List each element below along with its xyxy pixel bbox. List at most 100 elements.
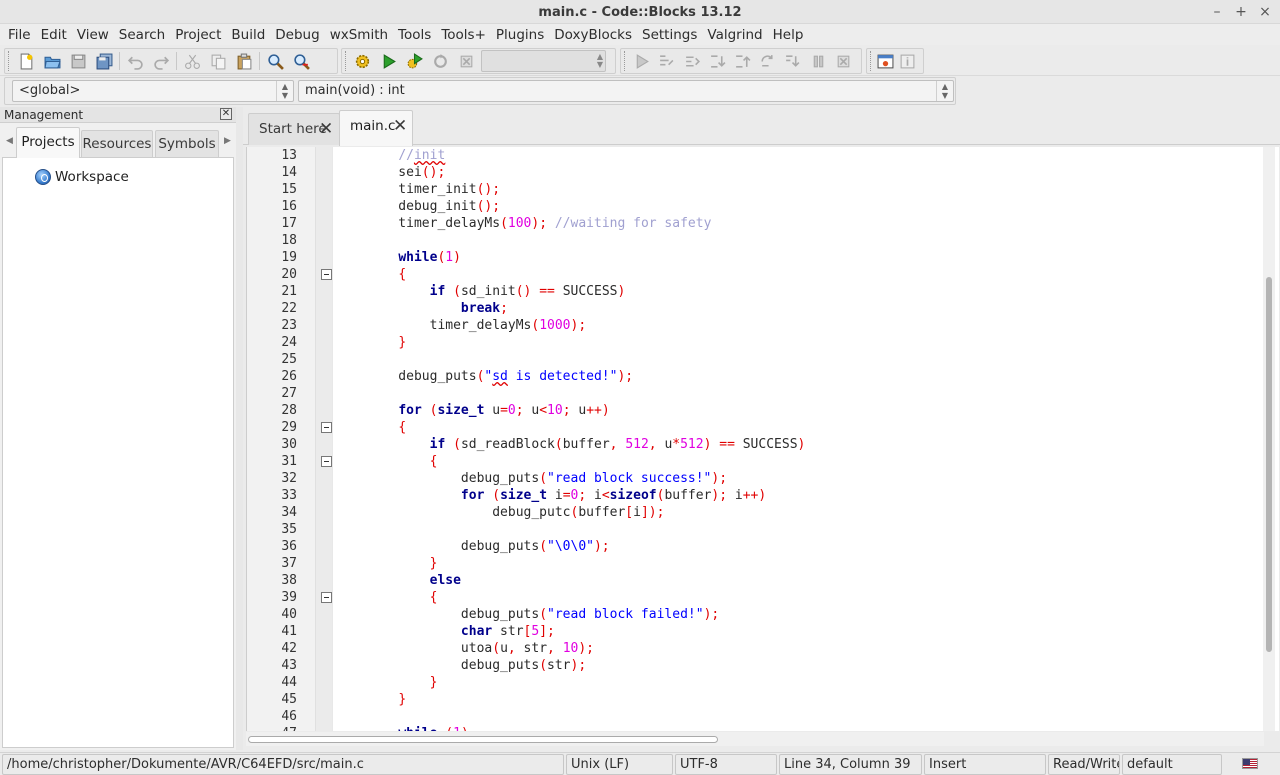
pause-icon[interactable]	[808, 50, 829, 72]
code-line[interactable]: 25	[247, 351, 1279, 368]
code-line[interactable]: 47 while (1)	[247, 725, 1279, 731]
code-line[interactable]: 15 timer_init();	[247, 181, 1279, 198]
code-line[interactable]: 39 {	[247, 589, 1279, 606]
run-icon[interactable]	[378, 50, 400, 72]
find-icon[interactable]	[264, 50, 286, 72]
code-line[interactable]: 46	[247, 708, 1279, 725]
fold-toggle-icon[interactable]	[321, 269, 332, 280]
tab-resources[interactable]: Resources	[81, 130, 153, 157]
various-info-icon[interactable]	[898, 50, 916, 72]
replace-icon[interactable]	[290, 50, 312, 72]
tab-symbols[interactable]: Symbols	[155, 130, 219, 157]
copy-icon[interactable]	[207, 50, 229, 72]
menu-settings[interactable]: Settings	[637, 25, 702, 45]
code-line[interactable]: 45 }	[247, 691, 1279, 708]
maximize-icon[interactable]: +	[1234, 3, 1248, 21]
close-icon[interactable]: ×	[1258, 3, 1272, 21]
code-line[interactable]: 28 for (size_t u=0; u<10; u++)	[247, 402, 1279, 419]
tree-item-workspace[interactable]: Workspace	[35, 169, 129, 185]
menu-tools-plus[interactable]: Tools+	[436, 25, 491, 45]
code-line[interactable]: 36 debug_puts("\0\0");	[247, 538, 1279, 555]
build-and-run-icon[interactable]	[404, 50, 426, 72]
new-file-icon[interactable]	[15, 50, 37, 72]
code-line[interactable]: 30 if (sd_readBlock(buffer, 512, u*512) …	[247, 436, 1279, 453]
toolbar-grip[interactable]	[345, 51, 348, 71]
code-line[interactable]: 41 char str[5];	[247, 623, 1279, 640]
menu-valgrind[interactable]: Valgrind	[702, 25, 767, 45]
stop-debugger-icon[interactable]	[833, 50, 854, 72]
next-line-icon[interactable]	[681, 50, 702, 72]
code-line[interactable]: 13 //init	[247, 147, 1279, 164]
menu-build[interactable]: Build	[226, 25, 270, 45]
debugging-windows-icon[interactable]	[877, 50, 895, 72]
horizontal-scrollbar[interactable]	[246, 732, 1264, 746]
symbol-select[interactable]: main(void) : int ▲ ▼	[298, 80, 954, 102]
vertical-scroll-thumb[interactable]	[1266, 277, 1272, 652]
menu-tools[interactable]: Tools	[393, 25, 436, 45]
menu-help[interactable]: Help	[768, 25, 809, 45]
tab-scroll-left-icon[interactable]: ◀	[6, 136, 13, 146]
menu-debug[interactable]: Debug	[270, 25, 324, 45]
horizontal-scroll-thumb[interactable]	[248, 736, 718, 743]
code-line[interactable]: 32 debug_puts("read block success!");	[247, 470, 1279, 487]
code-editor[interactable]: 13 //init 14 sei(); 15 timer_init(); 16 deb…	[246, 147, 1279, 731]
code-line[interactable]: 27	[247, 385, 1279, 402]
tab-scroll-right-icon[interactable]: ▶	[224, 136, 231, 146]
menu-search[interactable]: Search	[114, 25, 170, 45]
menu-view[interactable]: View	[72, 25, 114, 45]
code-line[interactable]: 21 if (sd_init() == SUCCESS)	[247, 283, 1279, 300]
vertical-scrollbar[interactable]	[1263, 147, 1275, 731]
code-line[interactable]: 19 while(1)	[247, 249, 1279, 266]
code-line[interactable]: 18	[247, 232, 1279, 249]
code-line[interactable]: 40 debug_puts("read block failed!");	[247, 606, 1279, 623]
rebuild-icon[interactable]	[429, 50, 451, 72]
code-line[interactable]: 24 }	[247, 334, 1279, 351]
redo-icon[interactable]	[150, 50, 172, 72]
build-target-select[interactable]: ▲ ▼	[481, 50, 606, 72]
build-gear-icon[interactable]	[352, 50, 374, 72]
close-tab-icon[interactable]: ✕	[393, 111, 407, 141]
menu-doxyblocks[interactable]: DoxyBlocks	[549, 25, 637, 45]
code-line[interactable]: 29 {	[247, 419, 1279, 436]
toolbar-grip[interactable]	[8, 51, 11, 71]
code-line[interactable]: 26 debug_puts("sd is detected!");	[247, 368, 1279, 385]
code-line[interactable]: 44 }	[247, 674, 1279, 691]
undo-icon[interactable]	[124, 50, 146, 72]
fold-toggle-icon[interactable]	[321, 456, 332, 467]
code-line[interactable]: 33 for (size_t i=0; i<sizeof(buffer); i+…	[247, 487, 1279, 504]
toolbar-grip[interactable]	[870, 51, 873, 71]
open-file-icon[interactable]	[41, 50, 63, 72]
step-out-icon[interactable]	[732, 50, 753, 72]
fold-toggle-icon[interactable]	[321, 592, 332, 603]
code-line[interactable]: 37 }	[247, 555, 1279, 572]
step-into-instruction-icon[interactable]	[782, 50, 803, 72]
code-line[interactable]: 43 debug_puts(str);	[247, 657, 1279, 674]
save-file-icon[interactable]	[67, 50, 89, 72]
close-tab-icon[interactable]: ✕	[319, 114, 333, 144]
menu-wxsmith[interactable]: wxSmith	[325, 25, 393, 45]
code-line[interactable]: 20 {	[247, 266, 1279, 283]
panel-splitter[interactable]	[236, 107, 243, 750]
tab-main-c[interactable]: main.c ✕	[339, 110, 413, 146]
menu-file[interactable]: File	[3, 25, 36, 45]
cut-icon[interactable]	[181, 50, 203, 72]
scope-select[interactable]: <global> ▲ ▼	[12, 80, 294, 102]
code-line[interactable]: 31 {	[247, 453, 1279, 470]
code-line[interactable]: 17 timer_delayMs(100); //waiting for saf…	[247, 215, 1279, 232]
menu-plugins[interactable]: Plugins	[491, 25, 549, 45]
menu-project[interactable]: Project	[170, 25, 226, 45]
tab-start-here[interactable]: Start here ✕	[248, 113, 340, 145]
code-line[interactable]: 42 utoa(u, str, 10);	[247, 640, 1279, 657]
paste-icon[interactable]	[233, 50, 255, 72]
toolbar-grip[interactable]	[624, 51, 627, 71]
code-line[interactable]: 38 else	[247, 572, 1279, 589]
code-line[interactable]: 35	[247, 521, 1279, 538]
code-line[interactable]: 23 timer_delayMs(1000);	[247, 317, 1279, 334]
tab-projects[interactable]: Projects	[16, 127, 80, 158]
code-line[interactable]: 14 sei();	[247, 164, 1279, 181]
code-line[interactable]: 16 debug_init();	[247, 198, 1279, 215]
fold-toggle-icon[interactable]	[321, 422, 332, 433]
menu-edit[interactable]: Edit	[36, 25, 72, 45]
save-all-icon[interactable]	[93, 50, 115, 72]
debug-continue-icon[interactable]	[631, 50, 652, 72]
